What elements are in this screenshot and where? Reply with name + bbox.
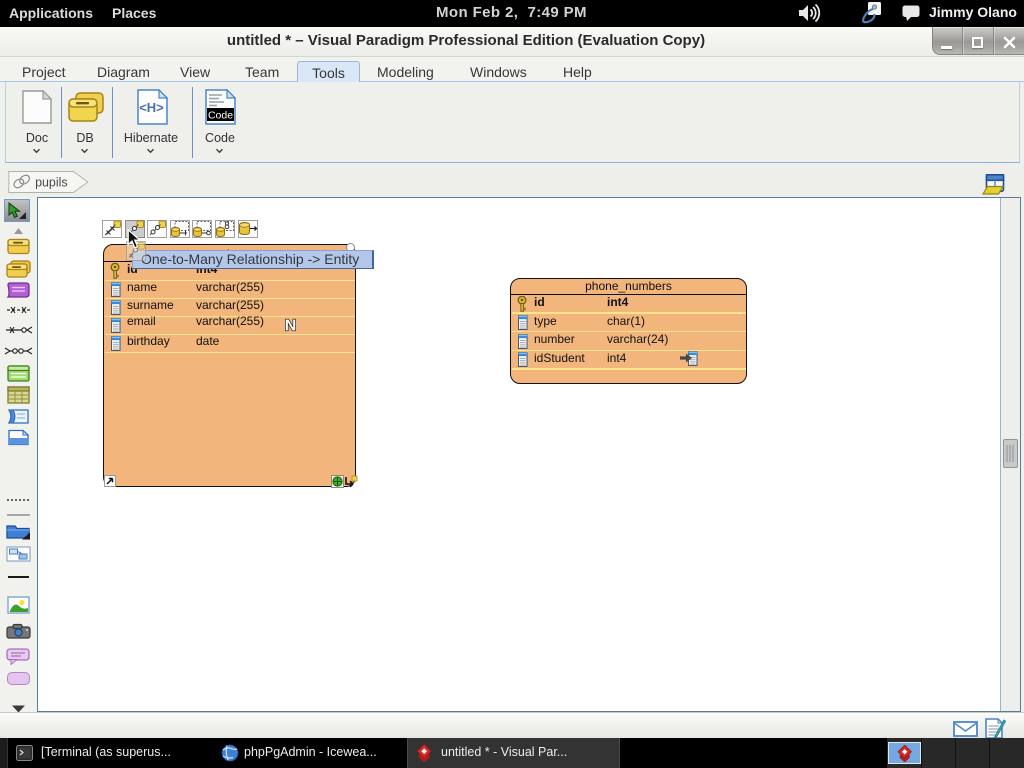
svg-text:N: N [285,318,297,334]
svg-text:pupils: pupils [35,175,67,189]
svg-text:<H>: <H> [139,100,164,115]
svg-text:Code: Code [208,110,233,122]
